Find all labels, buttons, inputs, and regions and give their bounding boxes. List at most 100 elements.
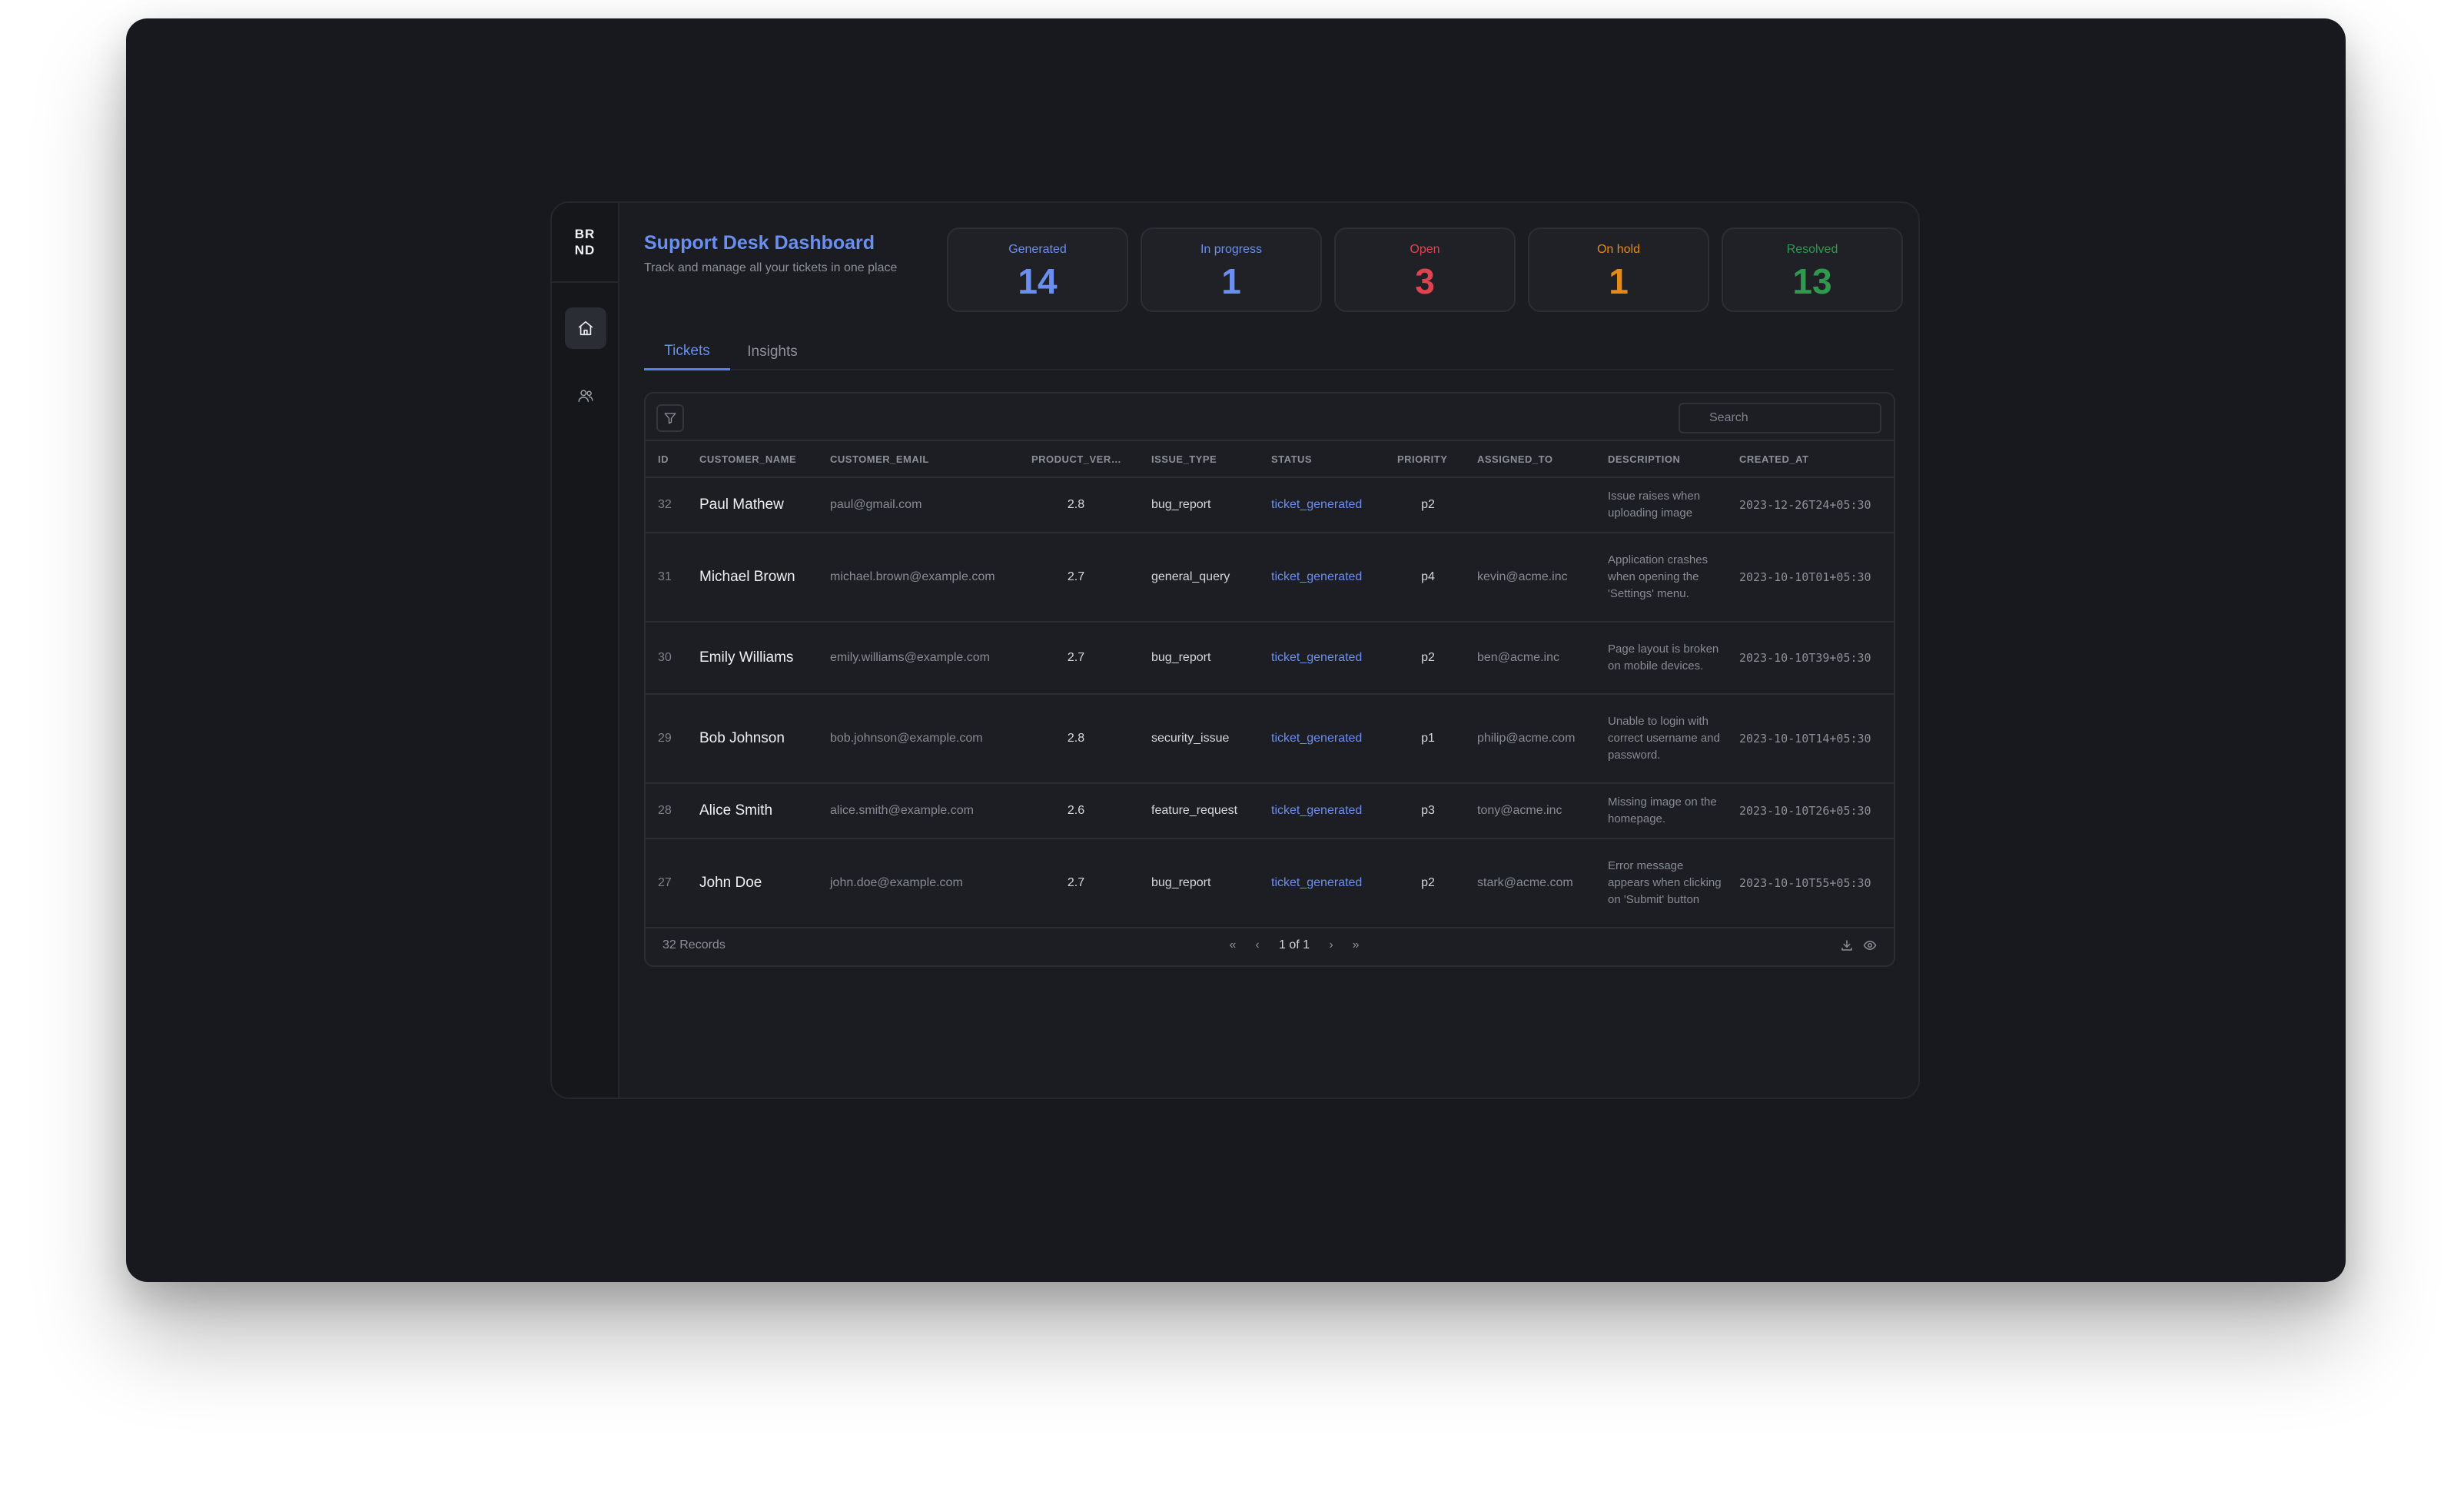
last-page-button[interactable]: »	[1343, 938, 1368, 952]
cell-priority: p2	[1421, 498, 1435, 511]
cell-description: Missing image on the homepage.	[1608, 795, 1717, 825]
cell-priority: p2	[1421, 651, 1435, 664]
table-toolbar	[646, 394, 1894, 441]
cell-created-at: 2023-10-10T01+05:30	[1739, 570, 1871, 584]
cell-product-version: 2.7	[1067, 570, 1085, 583]
nav-home-button[interactable]	[565, 307, 606, 349]
column-header-priority[interactable]: PRIORITY	[1397, 441, 1474, 477]
cell-customer-name: Paul Mathew	[699, 496, 784, 513]
cell-issue-type: bug_report	[1151, 498, 1211, 511]
cell-status: ticket_generated	[1271, 498, 1363, 511]
stat-value: 13	[1792, 261, 1832, 301]
eye-icon[interactable]	[1863, 938, 1877, 952]
home-icon	[578, 320, 593, 336]
stat-card-open: Open 3	[1334, 227, 1516, 312]
table-header: ID CUSTOMER_NAME CUSTOMER_EMAIL PRODUCT_…	[646, 441, 1894, 478]
page-indicator: 1 of 1	[1279, 938, 1310, 951]
cell-priority: p3	[1421, 804, 1435, 817]
stat-label: Open	[1410, 243, 1440, 256]
cell-issue-type: bug_report	[1151, 651, 1211, 664]
tab-insights[interactable]: Insights	[730, 334, 815, 370]
filter-icon	[664, 413, 676, 424]
cell-issue-type: feature_request	[1151, 804, 1238, 817]
stat-label: Generated	[1008, 243, 1067, 256]
column-header-description[interactable]: DESCRIPTION	[1608, 441, 1731, 477]
cell-priority: p4	[1421, 570, 1435, 583]
cell-created-at: 2023-12-26T24+05:30	[1739, 498, 1871, 512]
cell-assigned-to: kevin@acme.inc	[1477, 570, 1568, 583]
filter-button[interactable]	[656, 404, 684, 432]
column-header-customer-name[interactable]: CUSTOMER_NAME	[699, 441, 822, 477]
cell-created-at: 2023-10-10T26+05:30	[1739, 804, 1871, 818]
cell-customer-email: alice.smith@example.com	[830, 804, 974, 817]
page-subtitle: Track and manage all your tickets in one…	[644, 261, 898, 274]
cell-description: Issue raises when uploading image	[1608, 490, 1701, 520]
stat-value: 1	[1221, 261, 1241, 301]
sidebar: BR ND	[552, 203, 619, 1098]
cell-customer-name: Bob Johnson	[699, 730, 785, 746]
cell-product-version: 2.7	[1067, 651, 1085, 664]
table-row[interactable]: 31 Michael Brown michael.brown@example.c…	[646, 533, 1894, 623]
tickets-table: ID CUSTOMER_NAME CUSTOMER_EMAIL PRODUCT_…	[644, 392, 1895, 967]
cell-status: ticket_generated	[1271, 651, 1363, 664]
cell-assigned-to	[1477, 478, 1605, 532]
cell-assigned-to: philip@acme.com	[1477, 732, 1576, 745]
stat-value: 1	[1609, 261, 1629, 301]
next-page-button[interactable]: ›	[1319, 938, 1343, 952]
cell-id: 30	[658, 651, 672, 664]
cell-customer-email: bob.johnson@example.com	[830, 732, 983, 745]
column-header-product-version[interactable]: PRODUCT_VER…	[1031, 441, 1124, 477]
cell-assigned-to: tony@acme.inc	[1477, 804, 1562, 817]
table-row[interactable]: 29 Bob Johnson bob.johnson@example.com 2…	[646, 695, 1894, 784]
stat-card-generated: Generated 14	[947, 227, 1128, 312]
cell-product-version: 2.8	[1067, 732, 1085, 745]
table-row[interactable]: 27 John Doe john.doe@example.com 2.7 bug…	[646, 839, 1894, 928]
prev-page-button[interactable]: ‹	[1245, 938, 1270, 952]
column-header-status[interactable]: STATUS	[1271, 441, 1386, 477]
footer-actions	[1840, 925, 1877, 965]
main-content: Support Desk Dashboard Track and manage …	[619, 203, 1918, 1098]
tab-tickets[interactable]: Tickets	[644, 334, 730, 370]
cell-product-version: 2.8	[1067, 498, 1085, 511]
cell-description: Page layout is broken on mobile devices.	[1608, 643, 1719, 672]
page-title: Support Desk Dashboard	[644, 232, 875, 254]
column-header-id[interactable]: ID	[658, 441, 689, 477]
download-icon[interactable]	[1840, 938, 1854, 952]
cell-status: ticket_generated	[1271, 732, 1363, 745]
cell-assigned-to: stark@acme.com	[1477, 876, 1573, 889]
cell-customer-name: John Doe	[699, 875, 762, 891]
brand-logo: BR ND	[552, 203, 618, 283]
column-header-assigned-to[interactable]: ASSIGNED_TO	[1477, 441, 1600, 477]
cell-product-version: 2.6	[1067, 804, 1085, 817]
search-input[interactable]	[1679, 403, 1881, 433]
table-row[interactable]: 28 Alice Smith alice.smith@example.com 2…	[646, 784, 1894, 839]
stat-card-in-progress: In progress 1	[1141, 227, 1322, 312]
column-header-created-at[interactable]: CREATED_AT	[1739, 441, 1885, 477]
cell-priority: p2	[1421, 876, 1435, 889]
nav-users-button[interactable]	[565, 375, 606, 417]
stat-card-on-hold: On hold 1	[1528, 227, 1709, 312]
cell-customer-email: emily.williams@example.com	[830, 651, 990, 664]
stat-label: Resolved	[1786, 243, 1838, 256]
cell-priority: p1	[1421, 732, 1435, 745]
cell-created-at: 2023-10-10T14+05:30	[1739, 732, 1871, 746]
first-page-button[interactable]: «	[1220, 938, 1245, 952]
cell-id: 27	[658, 876, 672, 889]
cell-id: 32	[658, 498, 672, 511]
cell-created-at: 2023-10-10T39+05:30	[1739, 651, 1871, 665]
stat-label: On hold	[1596, 243, 1641, 256]
column-header-issue-type[interactable]: ISSUE_TYPE	[1151, 441, 1259, 477]
cell-product-version: 2.7	[1067, 876, 1085, 889]
table-row[interactable]: 32 Paul Mathew paul@gmail.com 2.8 bug_re…	[646, 478, 1894, 533]
records-count: 32 Records	[662, 938, 726, 951]
stat-value: 14	[1018, 261, 1058, 301]
cell-id: 31	[658, 570, 672, 583]
app-window: BR ND Support Desk Dashboard Track and m…	[550, 201, 1920, 1099]
cell-issue-type: bug_report	[1151, 876, 1211, 889]
cell-status: ticket_generated	[1271, 876, 1363, 889]
cell-customer-email: michael.brown@example.com	[830, 570, 995, 583]
users-icon	[578, 390, 593, 403]
table-row[interactable]: 30 Emily Williams emily.williams@example…	[646, 623, 1894, 695]
cell-description: Error message appears when clicking on '…	[1608, 859, 1722, 906]
column-header-customer-email[interactable]: CUSTOMER_EMAIL	[830, 441, 1022, 477]
